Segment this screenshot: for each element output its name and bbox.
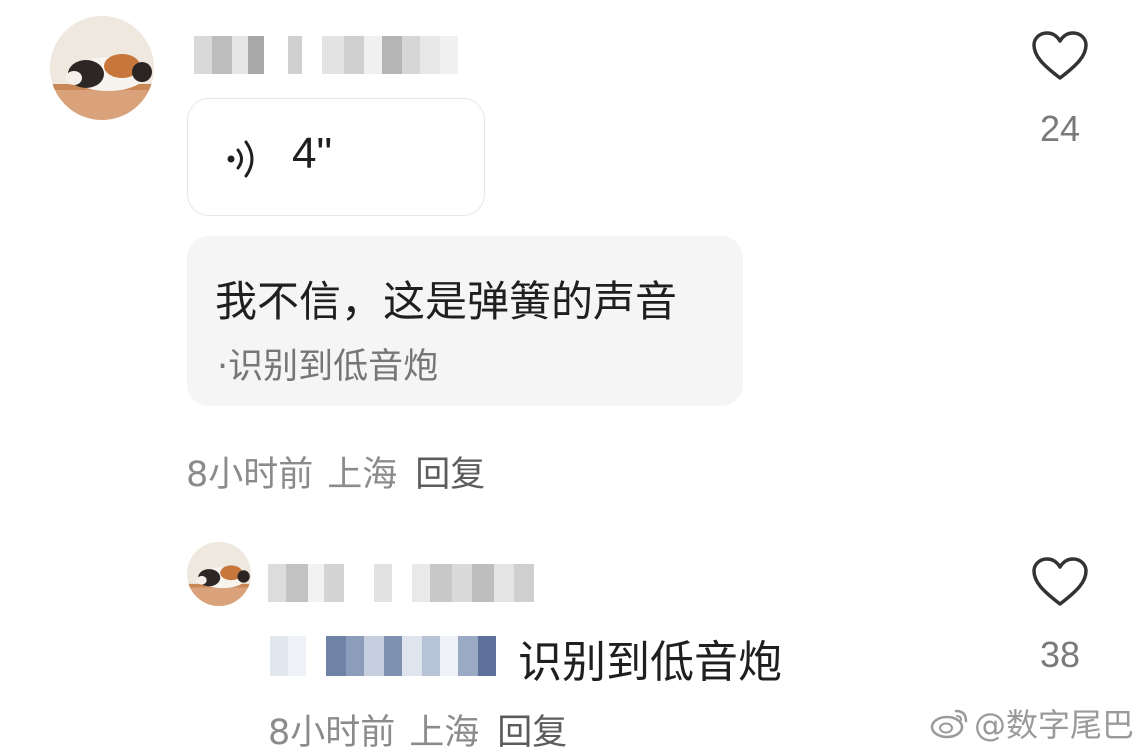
- comment-bubble[interactable]: 我不信，这是弹簧的声音 ·识别到低音炮: [187, 236, 743, 406]
- reply-avatar[interactable]: [187, 542, 251, 606]
- cat-avatar-image: [50, 16, 154, 120]
- heart-outline-icon: [1032, 31, 1088, 80]
- avatar[interactable]: [50, 16, 154, 120]
- username-blurred[interactable]: [194, 36, 458, 74]
- heart-outline-icon: [1032, 557, 1088, 606]
- watermark: @数字尾巴: [930, 700, 1134, 746]
- comment-time: 8小时前: [186, 455, 314, 495]
- mention-blurred[interactable]: [270, 636, 496, 676]
- like-button[interactable]: [1030, 30, 1090, 82]
- reply-text: 识别到低音炮: [518, 637, 782, 688]
- reply-time: 8小时前: [268, 713, 396, 753]
- reply-location: 上海: [409, 713, 480, 753]
- voice-duration: 4": [292, 129, 333, 178]
- like-count: 24: [1039, 108, 1081, 149]
- comment-text: 我不信，这是弹簧的声音: [215, 277, 678, 326]
- voice-wave-icon: [227, 140, 254, 178]
- reply-button[interactable]: 回复: [415, 455, 485, 495]
- cat-avatar-image: [187, 542, 251, 606]
- weibo-logo-icon: [930, 709, 968, 739]
- reply-username-blurred[interactable]: [268, 564, 534, 602]
- reply-like-button[interactable]: [1030, 556, 1090, 608]
- voice-message[interactable]: 4": [187, 98, 485, 216]
- reply-like-count: 38: [1039, 634, 1081, 675]
- comment-meta: 8小时前 上海 回复: [186, 446, 485, 497]
- reply-meta: 8小时前 上海 回复: [268, 704, 567, 755]
- reply-reply-button[interactable]: 回复: [497, 713, 567, 753]
- watermark-text: @数字尾巴: [973, 706, 1134, 744]
- comment-location: 上海: [327, 455, 398, 495]
- recognized-tag: ·识别到低音炮: [217, 347, 439, 387]
